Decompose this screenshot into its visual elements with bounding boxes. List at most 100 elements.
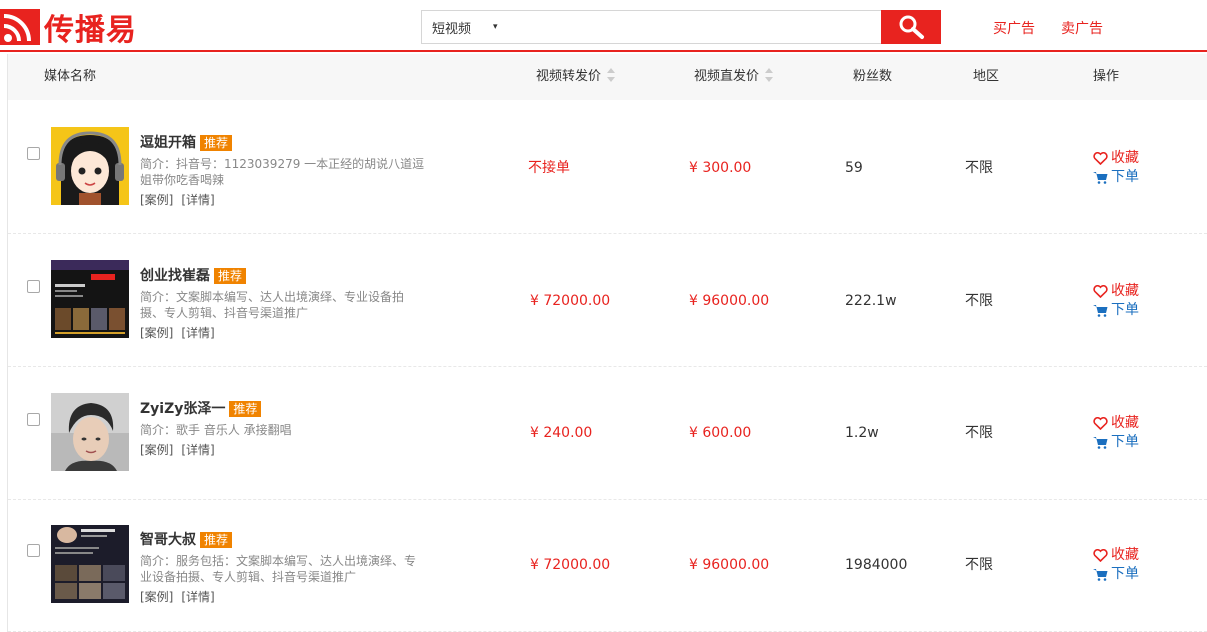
- avatar: [51, 393, 129, 471]
- media-description: 简介：歌手 音乐人 承接翻唱: [140, 423, 292, 437]
- column-header-direct-price-label: 视频直发价: [694, 69, 760, 84]
- media-info: 逗姐开箱 推荐 简介：抖音号：1123039279 一本正经的胡说八道逗姐带你吃香…: [140, 134, 425, 208]
- table-row: 智哥大叔 推荐 简介：服务包括：文案脚本编写、达人出境演绎、专业设备拍摄、专人剪辑…: [8, 500, 1207, 632]
- media-info: 智哥大叔 推荐 简介：服务包括：文案脚本编写、达人出境演绎、专业设备拍摄、专人剪辑…: [140, 531, 425, 605]
- favorite-button[interactable]: 收藏: [1093, 282, 1139, 301]
- table-row: 创业找崔磊 推荐 简介：文案脚本编写、达人出境演绎、专业设备拍摄、专人剪辑、抖音号…: [8, 235, 1207, 367]
- row-checkbox[interactable]: [27, 147, 40, 160]
- order-button[interactable]: 下单: [1093, 168, 1139, 187]
- recommended-badge: 推荐: [214, 268, 247, 284]
- cart-icon: [1093, 172, 1108, 184]
- media-links: [案例] [详情]: [140, 589, 425, 605]
- cart-icon: [1093, 305, 1108, 317]
- column-header-region: 地区: [973, 69, 1000, 84]
- direct-price: ¥ 96000.00: [689, 293, 770, 309]
- row-actions: 收藏 下单: [1093, 282, 1139, 320]
- region: 不限: [965, 293, 993, 309]
- column-header-repost-price-label: 视频转发价: [536, 69, 602, 84]
- detail-link[interactable]: [详情]: [181, 443, 214, 457]
- repost-price: ¥ 240.00: [530, 425, 593, 441]
- sell-ads-link[interactable]: 卖广告: [1061, 18, 1103, 38]
- sort-icon[interactable]: [607, 67, 616, 82]
- media-name[interactable]: 智哥大叔: [140, 531, 196, 549]
- case-link[interactable]: [案例]: [140, 590, 173, 604]
- search-input[interactable]: [532, 11, 872, 43]
- favorite-button[interactable]: 收藏: [1093, 546, 1139, 565]
- row-actions: 收藏 下单: [1093, 414, 1139, 452]
- media-links: [案例] [详情]: [140, 325, 425, 341]
- case-link[interactable]: [案例]: [140, 326, 173, 340]
- recommended-badge: 推荐: [200, 532, 233, 548]
- media-description: 简介：服务包括：文案脚本编写、达人出境演绎、专业设备拍摄、专人剪辑、抖音号渠道推…: [140, 554, 417, 584]
- repost-price: ¥ 72000.00: [530, 557, 611, 573]
- search-icon: [899, 15, 924, 39]
- row-checkbox[interactable]: [27, 544, 40, 557]
- fans-count: 1.2w: [845, 425, 879, 441]
- order-label: 下单: [1111, 169, 1139, 185]
- recommended-badge: 推荐: [200, 135, 233, 151]
- row-actions: 收藏 下单: [1093, 546, 1139, 584]
- table-row: ZyiZy张泽一 推荐 简介：歌手 音乐人 承接翻唱 [案例] [详情] ¥ 240…: [8, 368, 1207, 500]
- direct-price: ¥ 600.00: [689, 425, 752, 441]
- rss-icon: [0, 9, 40, 45]
- row-actions: 收藏 下单: [1093, 149, 1139, 187]
- direct-price: ¥ 96000.00: [689, 557, 770, 573]
- repost-price: ¥ 72000.00: [530, 293, 611, 309]
- media-links: [案例] [详情]: [140, 442, 425, 458]
- cart-icon: [1093, 437, 1108, 449]
- fans-count: 59: [845, 160, 863, 176]
- favorite-label: 收藏: [1111, 547, 1139, 563]
- order-button[interactable]: 下单: [1093, 565, 1139, 584]
- avatar: [51, 127, 129, 205]
- favorite-label: 收藏: [1111, 415, 1139, 431]
- heart-icon: [1093, 417, 1108, 430]
- media-description: 简介：抖音号：1123039279 一本正经的胡说八道逗姐带你吃香喝辣: [140, 157, 425, 187]
- favorite-label: 收藏: [1111, 283, 1139, 299]
- order-label: 下单: [1111, 434, 1139, 450]
- media-name[interactable]: ZyiZy张泽一: [140, 400, 225, 418]
- media-links: [案例] [详情]: [140, 192, 425, 208]
- column-header-action: 操作: [1093, 69, 1120, 84]
- media-info: 创业找崔磊 推荐 简介：文案脚本编写、达人出境演绎、专业设备拍摄、专人剪辑、抖音号…: [140, 267, 425, 341]
- cart-icon: [1093, 569, 1108, 581]
- row-checkbox[interactable]: [27, 280, 40, 293]
- favorite-label: 收藏: [1111, 150, 1139, 166]
- search-button[interactable]: [881, 10, 941, 44]
- case-link[interactable]: [案例]: [140, 193, 173, 207]
- search-category-value: 短视频: [432, 21, 472, 37]
- column-header-repost-price[interactable]: 视频转发价: [536, 54, 616, 100]
- order-button[interactable]: 下单: [1093, 433, 1139, 452]
- favorite-button[interactable]: 收藏: [1093, 149, 1139, 168]
- row-checkbox[interactable]: [27, 413, 40, 426]
- order-label: 下单: [1111, 566, 1139, 582]
- media-info: ZyiZy张泽一 推荐 简介：歌手 音乐人 承接翻唱 [案例] [详情]: [140, 400, 425, 458]
- detail-link[interactable]: [详情]: [181, 590, 214, 604]
- logo[interactable]: 传播易: [0, 8, 137, 48]
- sort-icon[interactable]: [765, 67, 774, 82]
- order-button[interactable]: 下单: [1093, 301, 1139, 320]
- recommended-badge: 推荐: [229, 401, 262, 417]
- fans-count: 222.1w: [845, 293, 897, 309]
- table-row: 逗姐开箱 推荐 简介：抖音号：1123039279 一本正经的胡说八道逗姐带你吃香…: [8, 102, 1207, 234]
- fans-count: 1984000: [845, 557, 908, 573]
- media-name[interactable]: 创业找崔磊: [140, 267, 210, 285]
- detail-link[interactable]: [详情]: [181, 326, 214, 340]
- buy-ads-link[interactable]: 买广告: [993, 18, 1035, 38]
- top-header: 传播易 短视频 ▾ 买广告 卖广告: [0, 0, 1207, 52]
- region: 不限: [965, 160, 993, 176]
- logo-text: 传播易: [44, 13, 137, 48]
- column-header-fans: 粉丝数: [853, 69, 893, 84]
- media-name[interactable]: 逗姐开箱: [140, 134, 196, 152]
- heart-icon: [1093, 285, 1108, 298]
- region: 不限: [965, 425, 993, 441]
- avatar: [51, 260, 129, 338]
- case-link[interactable]: [案例]: [140, 443, 173, 457]
- avatar: [51, 525, 129, 603]
- detail-link[interactable]: [详情]: [181, 193, 214, 207]
- column-header-direct-price[interactable]: 视频直发价: [694, 54, 774, 100]
- favorite-button[interactable]: 收藏: [1093, 414, 1139, 433]
- heart-icon: [1093, 549, 1108, 562]
- order-label: 下单: [1111, 302, 1139, 318]
- direct-price: ¥ 300.00: [689, 160, 752, 176]
- search-category-select[interactable]: 短视频 ▾: [422, 11, 498, 43]
